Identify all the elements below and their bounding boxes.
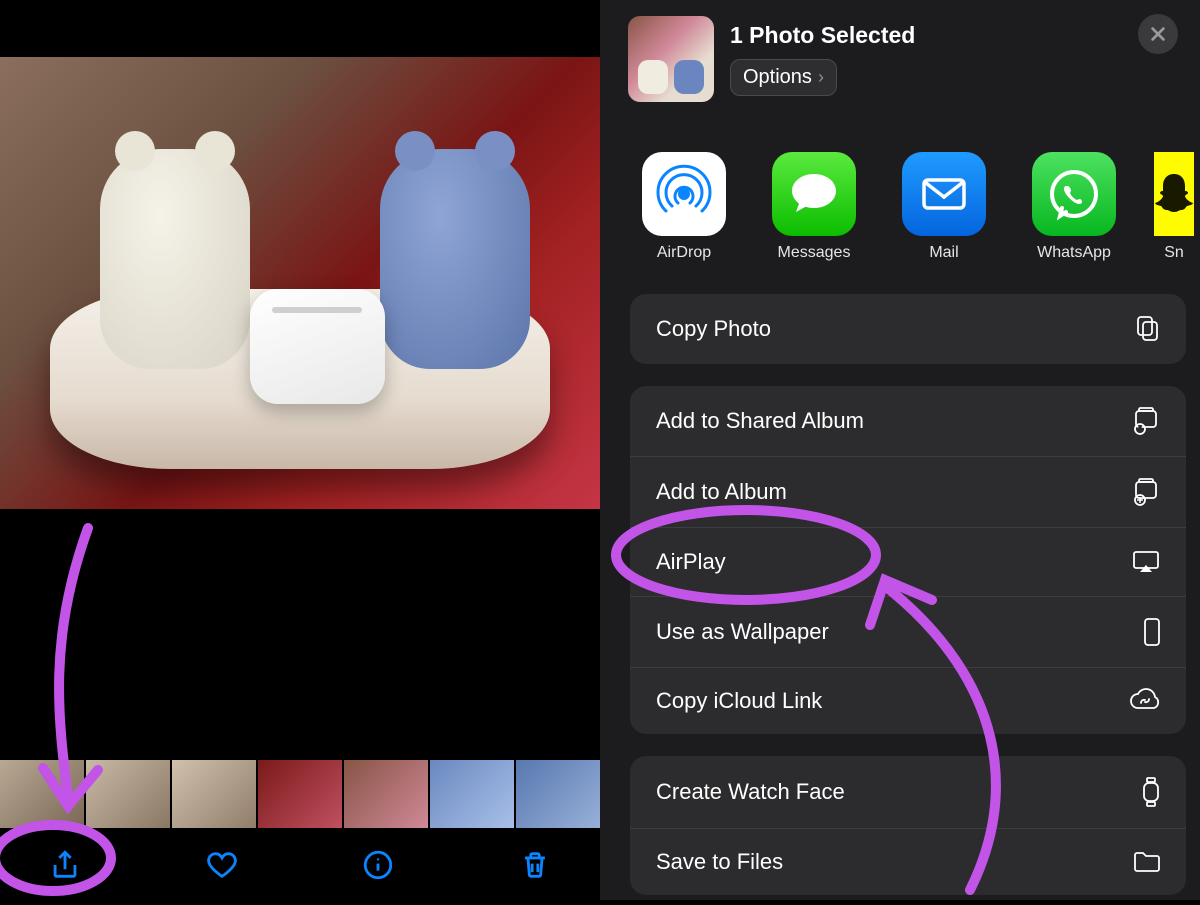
options-button[interactable]: Options › <box>730 59 837 96</box>
viewer-background <box>0 509 600 760</box>
action-airplay[interactable]: AirPlay <box>630 528 1186 597</box>
action-label: Add to Shared Album <box>656 408 864 434</box>
action-group: Create Watch Face Save to Files <box>630 756 1186 895</box>
share-sheet-header: 1 Photo Selected Options › <box>600 6 1200 116</box>
action-add-shared-album[interactable]: Add to Shared Album <box>630 386 1186 457</box>
action-label: Create Watch Face <box>656 779 845 805</box>
action-group: Copy Photo <box>630 294 1186 364</box>
add-album-icon <box>1128 477 1162 507</box>
delete-button[interactable] <box>500 848 570 882</box>
chevron-right-icon: › <box>818 67 824 88</box>
share-actions: Copy Photo Add to Shared Album Add to Al… <box>600 274 1200 895</box>
thumbnail[interactable] <box>86 760 170 828</box>
mail-icon <box>902 152 986 236</box>
action-icloud-link[interactable]: Copy iCloud Link <box>630 668 1186 734</box>
thumbnail[interactable] <box>172 760 256 828</box>
thumbnail[interactable] <box>0 760 84 828</box>
thumbnail[interactable] <box>344 760 428 828</box>
bottom-toolbar <box>0 830 600 900</box>
thumbnail-strip[interactable] <box>0 760 600 830</box>
airdrop-icon <box>642 152 726 236</box>
action-copy-photo[interactable]: Copy Photo <box>630 294 1186 364</box>
shared-album-icon <box>1128 406 1162 436</box>
share-sheet-title: 1 Photo Selected <box>730 22 915 49</box>
share-apps-row[interactable]: AirDrop Messages Mail WhatsApp Sn <box>600 116 1200 274</box>
phone-icon <box>1128 617 1162 647</box>
main-photo[interactable] <box>0 57 600 509</box>
thumbnail[interactable] <box>430 760 514 828</box>
app-label: AirDrop <box>657 244 711 262</box>
share-sheet: 1 Photo Selected Options › AirDrop Messa… <box>600 0 1200 900</box>
thumbnail[interactable] <box>258 760 342 828</box>
app-label: Sn <box>1164 244 1184 262</box>
cloud-link-icon <box>1128 688 1162 714</box>
share-app-whatsapp[interactable]: WhatsApp <box>1024 152 1124 262</box>
snapchat-icon <box>1154 152 1194 236</box>
action-label: Use as Wallpaper <box>656 619 829 645</box>
selected-photo-thumbnail[interactable] <box>628 16 714 102</box>
action-wallpaper[interactable]: Use as Wallpaper <box>630 597 1186 668</box>
favorite-button[interactable] <box>187 848 257 882</box>
action-label: Copy Photo <box>656 316 771 342</box>
airplay-icon <box>1128 548 1162 576</box>
app-label: WhatsApp <box>1037 244 1111 262</box>
watch-icon <box>1128 776 1162 808</box>
action-save-files[interactable]: Save to Files <box>630 829 1186 895</box>
share-app-mail[interactable]: Mail <box>894 152 994 262</box>
action-group: Add to Shared Album Add to Album AirPlay… <box>630 386 1186 734</box>
action-label: AirPlay <box>656 549 726 575</box>
share-button[interactable] <box>30 848 100 882</box>
thumbnail[interactable] <box>516 760 600 828</box>
whatsapp-icon <box>1032 152 1116 236</box>
action-watch-face[interactable]: Create Watch Face <box>630 756 1186 829</box>
app-label: Mail <box>929 244 958 262</box>
action-label: Add to Album <box>656 479 787 505</box>
action-label: Copy iCloud Link <box>656 688 822 714</box>
folder-icon <box>1128 849 1162 875</box>
share-app-airdrop[interactable]: AirDrop <box>634 152 734 262</box>
action-label: Save to Files <box>656 849 783 875</box>
photos-app-viewer <box>0 0 600 900</box>
action-add-album[interactable]: Add to Album <box>630 457 1186 528</box>
close-button[interactable] <box>1138 14 1178 54</box>
app-label: Messages <box>778 244 851 262</box>
copy-icon <box>1128 314 1162 344</box>
share-app-snapchat[interactable]: Sn <box>1154 152 1194 262</box>
messages-icon <box>772 152 856 236</box>
share-app-messages[interactable]: Messages <box>764 152 864 262</box>
top-space <box>0 0 600 57</box>
info-button[interactable] <box>343 848 413 882</box>
options-label: Options <box>743 66 812 89</box>
